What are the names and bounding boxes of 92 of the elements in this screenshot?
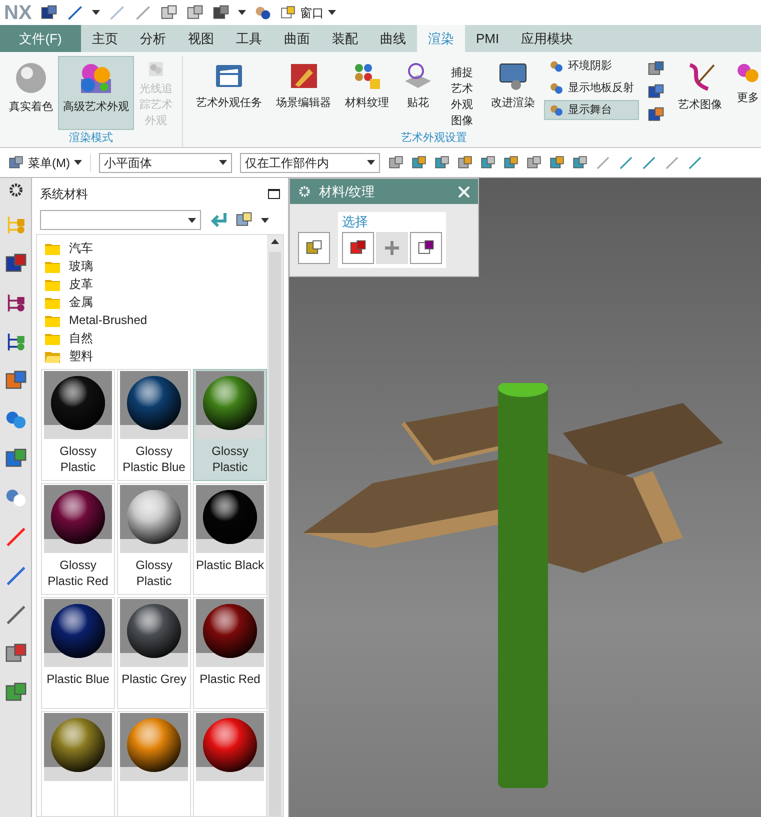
scroll-up-icon[interactable] [271,239,279,244]
ribbon-button[interactable]: 改进渲染 [486,56,540,130]
material-name: Glossy Plastic Blue [122,443,186,475]
material-name: Plastic Blue [46,671,110,687]
material-name: Glossy Plastic [134,557,174,589]
ribbon-tab[interactable]: 应用模块 [510,25,584,52]
ribbon-tab[interactable]: PMI [465,25,510,52]
folder-item[interactable]: 汽车 [41,239,267,257]
more-button[interactable]: 更多 [731,56,761,106]
toggle-button[interactable]: 显示舞台 [544,100,639,120]
decal-icon [403,61,433,91]
material-name: Plastic Grey [122,671,186,687]
sphere-icon [14,61,48,95]
ribbon-tab[interactable]: 主页 [81,25,129,52]
material-tile[interactable]: Plastic Grey [117,597,191,709]
inherit-button[interactable] [410,232,442,264]
material-tile[interactable] [117,711,191,816]
stage-wrench-icon [288,61,318,91]
caret-icon[interactable] [219,160,227,165]
close-icon[interactable] [458,186,470,198]
color-dots-icon [352,61,382,91]
ribbon-button[interactable]: 场景编辑器 [271,56,336,130]
folder-item[interactable]: Metal-Brushed [41,311,267,329]
folder-item[interactable]: 金属 [41,293,267,311]
ribbon-button[interactable]: 捕捉艺术外观图像 [442,56,482,130]
filter-dropdown[interactable]: 小平面体 [99,152,232,172]
material-tile[interactable]: Glossy Plastic [41,369,115,481]
ribbon-tab[interactable]: 装配 [321,25,369,52]
ribbon-tab[interactable]: 分析 [129,25,177,52]
caret-icon[interactable] [328,10,336,15]
material-name: Plastic Red [200,671,260,687]
material-name: Plastic Black [196,557,264,573]
material-tile[interactable] [193,711,267,816]
toggle-button[interactable]: 显示地板反射 [544,78,639,98]
material-name: Glossy Plastic [58,443,98,475]
menu-button[interactable]: 菜单(M) [8,154,91,172]
folder-icon [45,278,61,290]
window-menu[interactable]: 窗口 [280,4,336,22]
group-title: 艺术外观设置 [401,131,468,146]
ribbon-tab[interactable]: 视图 [177,25,225,52]
return-arrow-icon[interactable] [209,213,227,227]
ribbon-tab[interactable]: 渲染 [417,25,465,52]
folder-icon [45,260,61,272]
select-label: 选择 [342,213,369,231]
monitor-icon [498,61,528,91]
ribbon-button[interactable]: 艺术图像 [673,56,727,130]
caret-icon[interactable] [188,218,196,222]
scope-dropdown[interactable]: 仅在工作部件内 [240,152,380,172]
folder-icon [45,332,61,344]
material-tile[interactable]: Glossy Plastic [117,483,191,595]
folder-icon [45,314,61,326]
group-title: 渲染模式 [68,130,114,146]
settings-icon[interactable] [8,182,24,198]
ribbon-tab[interactable]: 曲面 [273,25,321,52]
open-folder-icon [45,350,61,362]
material-tile[interactable]: Plastic Blue [41,597,115,709]
ribbon-button[interactable]: 高级艺术外观 [58,56,134,130]
folder-item[interactable]: 皮革 [41,275,267,293]
caret-icon[interactable] [261,218,269,222]
ribbon-button[interactable]: 真实着色 [4,56,58,130]
toggle-button[interactable]: 环境阴影 [544,56,639,76]
folder-item[interactable]: 塑料 [41,347,267,365]
caret-icon[interactable] [367,160,375,165]
block-icon[interactable] [349,238,367,256]
caret-icon[interactable] [238,10,246,15]
caret-icon[interactable] [74,160,82,165]
ribbon-tab[interactable]: 曲线 [369,25,417,52]
material-name: Glossy Plastic Red [46,557,110,589]
ribbon-tab[interactable]: 文件(F) [0,25,81,52]
material-tile[interactable] [41,711,115,816]
material-tile[interactable]: Glossy Plastic [193,369,267,481]
material-editor-button[interactable] [298,232,330,264]
material-tile[interactable]: Plastic Red [193,597,267,709]
material-tile[interactable]: Glossy Plastic Blue [117,369,191,481]
material-name: Glossy Plastic [210,443,250,475]
material-tile[interactable]: Glossy Plastic Red [41,483,115,595]
caret-icon[interactable] [92,10,100,15]
panel-title: 系统材料 [40,186,88,203]
folder-icon [45,242,61,254]
material-tile[interactable]: Plastic Black [193,483,267,595]
folder-item[interactable]: 自然 [41,329,267,347]
dialog-title: 材料/纹理 [319,182,376,201]
select-object-button[interactable] [342,232,374,264]
ribbon-button[interactable]: 贴花 [398,56,438,130]
colored-spheres-icon [79,61,113,95]
ribbon-button[interactable]: 艺术外观任务 [191,56,267,130]
app-logo: NX [4,2,32,22]
ribbon-tab[interactable]: 工具 [225,25,273,52]
maximize-icon[interactable] [268,189,280,199]
ribbon-button[interactable]: 材料纹理 [340,56,394,130]
folder-icon [45,296,61,308]
folder-item[interactable]: 玻璃 [41,257,267,275]
